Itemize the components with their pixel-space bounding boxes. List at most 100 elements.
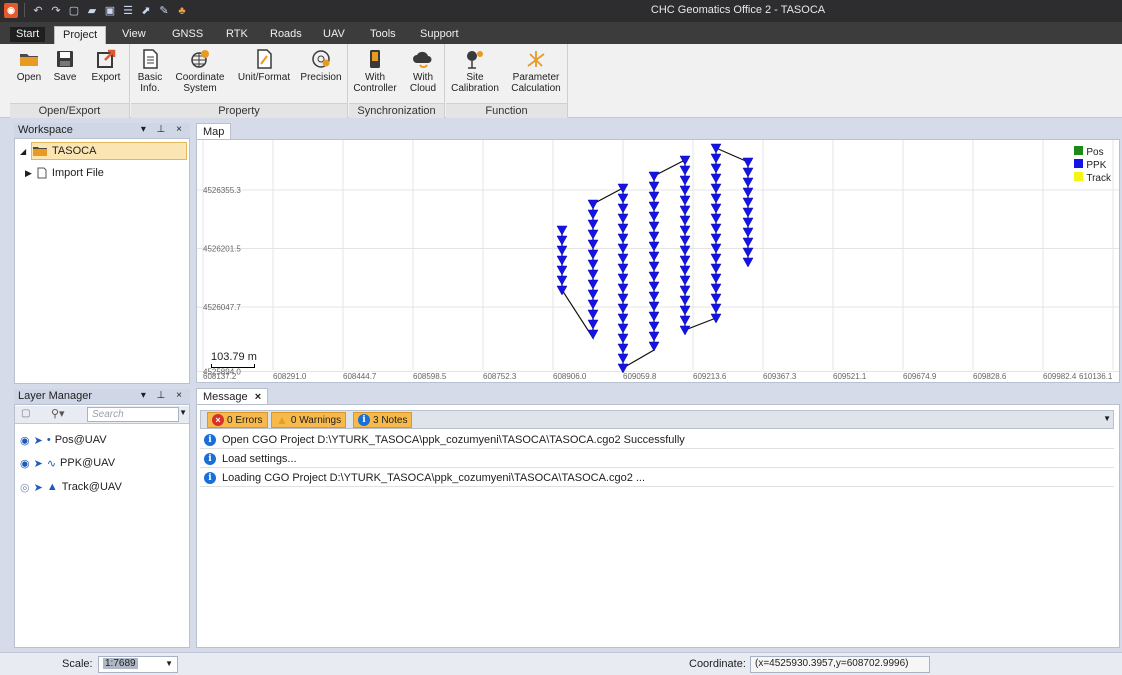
layer-item-ppk[interactable]: ◉ ➤ ∿ PPK@UAV <box>20 455 115 471</box>
ppk-point-marker <box>679 225 691 236</box>
precision-button[interactable]: Precision <box>297 48 345 83</box>
message-row[interactable]: i Loading CGO Project D:\YTURK_TASOCA\pp… <box>200 469 1114 487</box>
select-cursor-icon[interactable]: ➤ <box>34 434 43 447</box>
ppk-point-marker <box>679 245 691 256</box>
window-title: CHC Geomatics Office 2 - TASOCA <box>650 4 826 16</box>
ppk-point-marker <box>648 221 660 232</box>
legend-item-ppk: PPK <box>1074 159 1111 172</box>
select-cursor-icon[interactable]: ➤ <box>34 457 43 470</box>
scroll-icon[interactable]: ▼ <box>1103 414 1111 423</box>
open-button[interactable]: Open <box>14 48 44 83</box>
tab-roads[interactable]: Roads <box>262 26 310 44</box>
layer-item-track[interactable]: ◎ ➤ ▲ Track@UAV <box>20 479 122 495</box>
ppk-point-marker <box>587 239 599 250</box>
chevron-down-icon[interactable]: ▼ <box>165 659 173 668</box>
save-icon <box>57 51 73 67</box>
errors-filter-button[interactable]: × 0 Errors <box>207 412 268 428</box>
tab-start[interactable]: Start <box>10 27 46 42</box>
panel-controls[interactable]: ▾ ⊥ × <box>141 390 186 401</box>
ppk-point-marker <box>679 165 691 176</box>
visibility-eye-icon[interactable]: ◎ <box>20 481 30 494</box>
with-cloud-button[interactable]: With Cloud <box>407 48 439 94</box>
ppk-point-marker <box>710 303 722 314</box>
ppk-point-marker <box>587 279 599 290</box>
group-property: Basic Info. Coordinate System Unit/Forma… <box>131 44 348 118</box>
ppk-point-marker <box>679 215 691 226</box>
ppk-point-marker <box>710 223 722 234</box>
notes-filter-button[interactable]: i 3 Notes <box>353 412 413 428</box>
collapsed-arrow-icon[interactable]: ▶ <box>25 168 32 179</box>
with-controller-button[interactable]: With Controller <box>353 48 397 94</box>
ppk-point-marker <box>679 265 691 276</box>
map-view[interactable]: 608137.2 608291.0 608444.7 608598.5 608752.3… <box>196 139 1120 383</box>
site-calibration-button[interactable]: Site Calibration <box>450 48 500 94</box>
title-bar: ◉ ↶ ↷ ▢ ▰ ▣ ☰ ⬈ ✎ ♣ CHC Geomatics Office… <box>0 0 1122 22</box>
unit-format-button[interactable]: Unit/Format <box>233 48 295 83</box>
info-icon: i <box>358 414 370 426</box>
scale-dropdown[interactable]: 1:7689 ▼ <box>98 656 178 673</box>
select-cursor-icon[interactable]: ➤ <box>34 481 43 494</box>
layer-search-input[interactable]: Search <box>87 407 179 422</box>
visibility-eye-icon[interactable]: ◉ <box>20 434 30 447</box>
y-tick-label: 4526201.5 <box>203 245 241 254</box>
tree-item-project[interactable]: ◢ TASOCA <box>20 142 187 160</box>
layer-item-pos[interactable]: ◉ ➤ • Pos@UAV <box>20 432 107 448</box>
panel-controls[interactable]: ▾ ⊥ × <box>141 124 186 135</box>
ppk-point-marker <box>617 273 629 284</box>
visibility-eye-icon[interactable]: ◉ <box>20 457 30 470</box>
ppk-point-marker <box>587 309 599 320</box>
message-row[interactable]: i Load settings... <box>200 450 1114 468</box>
tab-map[interactable]: Map <box>196 123 232 140</box>
tab-project[interactable]: Project <box>54 26 107 44</box>
ppk-point-marker <box>587 209 599 220</box>
tab-gnss[interactable]: GNSS <box>164 26 211 44</box>
tab-uav[interactable]: UAV <box>315 26 353 44</box>
ppk-point-marker <box>617 223 629 234</box>
point-layer-icon: • <box>46 434 51 446</box>
basic-info-button[interactable]: Basic Info. <box>135 48 165 94</box>
save-button[interactable]: Save <box>50 48 80 83</box>
map-canvas[interactable]: 608137.2 608291.0 608444.7 608598.5 608752.3… <box>197 140 1119 382</box>
tab-tools[interactable]: Tools <box>362 26 404 44</box>
ppk-point-marker <box>679 175 691 186</box>
parameter-calculation-button[interactable]: Parameter Calculation <box>508 48 564 94</box>
tab-support[interactable]: Support <box>412 26 467 44</box>
ppk-point-marker <box>617 233 629 244</box>
tab-rtk[interactable]: RTK <box>218 26 256 44</box>
tab-message[interactable]: Message × <box>196 388 269 405</box>
coordinate-system-button[interactable]: Coordinate System <box>171 48 229 94</box>
info-icon: i <box>204 471 216 484</box>
close-icon[interactable]: × <box>255 391 261 403</box>
layer-search-icon[interactable]: ⚲▾ <box>51 407 65 420</box>
group-label: Property <box>131 103 347 118</box>
ppk-point-marker <box>679 155 691 166</box>
workspace-panel: ◢ TASOCA ▶ Import File <box>14 138 190 384</box>
ppk-point-marker <box>710 313 722 324</box>
message-row[interactable]: i Open CGO Project D:\YTURK_TASOCA\ppk_c… <box>200 431 1114 449</box>
tab-view[interactable]: View <box>114 26 154 44</box>
ppk-point-marker <box>617 183 629 194</box>
ppk-point-marker <box>742 237 754 248</box>
ppk-point-marker <box>742 157 754 168</box>
ppk-point-marker <box>648 241 660 252</box>
ribbon-tabs: Start Project View GNSS RTK Roads UAV To… <box>0 22 1122 44</box>
layer-add-icon[interactable]: ▢ <box>21 408 30 419</box>
scroll-icon[interactable]: ▼ <box>179 408 187 417</box>
ppk-point-marker <box>679 235 691 246</box>
ppk-point-marker <box>648 331 660 342</box>
expand-arrow-icon[interactable]: ◢ <box>20 147 26 156</box>
file-icon <box>37 167 47 179</box>
x-tick-label: 608444.7 <box>343 372 377 381</box>
ppk-point-marker <box>648 171 660 182</box>
tree-item-import-file[interactable]: ▶ Import File <box>25 164 104 182</box>
ppk-point-marker <box>742 217 754 228</box>
export-icon <box>97 49 116 68</box>
ppk-point-marker <box>710 143 722 154</box>
ppk-point-marker <box>710 173 722 184</box>
ribbon: Open Save Export Open/Export Basic Info.… <box>0 44 1122 118</box>
layer-toolbar: ▢ ⚲▾ Search ▼ <box>15 406 189 424</box>
ppk-point-marker <box>648 321 660 332</box>
warnings-filter-button[interactable]: ▲ 0 Warnings <box>271 412 347 428</box>
export-button[interactable]: Export <box>88 48 124 83</box>
ppk-point-marker <box>587 319 599 330</box>
